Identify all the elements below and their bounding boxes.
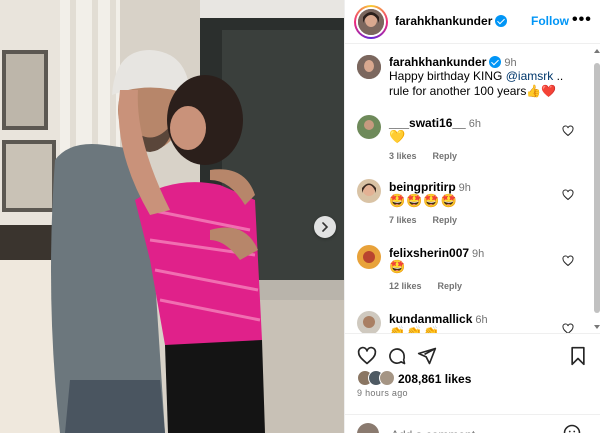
add-comment-row: [345, 414, 600, 433]
heart-icon[interactable]: [357, 346, 377, 366]
comment-meta: 3 likes Reply: [389, 151, 457, 161]
comment-likes[interactable]: 3 likes: [389, 151, 417, 161]
comment-item: felixsherin007 9h 🤩 12 likes Reply: [345, 245, 593, 309]
comment-text: 🤩: [389, 259, 407, 274]
likes-count[interactable]: 208,861 likes: [398, 372, 471, 386]
caption-text-before: Happy birthday KING: [389, 69, 506, 83]
scroll-down-arrow-icon[interactable]: [594, 325, 600, 329]
comment-avatar[interactable]: [357, 179, 381, 203]
comments-scrollbar[interactable]: [593, 45, 600, 333]
emoji-icon[interactable]: [563, 424, 581, 433]
caption-username[interactable]: farahkhankunder 9h: [389, 55, 517, 69]
reply-button[interactable]: Reply: [433, 215, 458, 225]
comment-username-text[interactable]: ___swati16__: [389, 116, 466, 130]
mention-link[interactable]: @iamsrk: [506, 69, 554, 83]
next-photo-button[interactable]: [314, 216, 336, 238]
comment-like-heart-icon[interactable]: [562, 323, 574, 333]
caption-username-text[interactable]: farahkhankunder: [389, 55, 486, 69]
comment-username[interactable]: kundanmallick 6h: [389, 312, 488, 326]
post-header: farahkhankunder Follow •••: [345, 0, 600, 44]
comment-icon[interactable]: [387, 346, 407, 366]
verified-badge-icon: [489, 56, 502, 68]
author-avatar[interactable]: [354, 5, 388, 39]
comment-username-text[interactable]: felixsherin007: [389, 246, 469, 260]
comment-username-text[interactable]: beingpritirp: [389, 180, 456, 194]
viewer-avatar: [357, 423, 379, 433]
comment-like-heart-icon[interactable]: [562, 125, 574, 137]
comment-item: kundanmallick 6h 👏👏👏: [345, 311, 593, 333]
comment-like-heart-icon[interactable]: [562, 189, 574, 201]
post-side-panel: farahkhankunder Follow ••• farahkhankund…: [344, 0, 600, 433]
comment-item: ___swati16__ 6h 💛 3 likes Reply: [345, 115, 593, 179]
post-time-ago[interactable]: 9 hours ago: [357, 388, 408, 398]
comment-item: beingpritirp 9h 🤩🤩🤩🤩 7 likes Reply: [345, 179, 593, 243]
follow-button[interactable]: Follow: [531, 14, 569, 28]
caption-text: Happy birthday KING @iamsrk .. rule for …: [389, 69, 579, 99]
comment-username-text[interactable]: kundanmallick: [389, 312, 472, 326]
caption-time: 9h: [504, 57, 517, 69]
post-image: [0, 0, 344, 433]
comment-avatar[interactable]: [357, 115, 381, 139]
add-comment-input[interactable]: [391, 428, 541, 433]
comment-like-heart-icon[interactable]: [562, 255, 574, 267]
comment-likes[interactable]: 12 likes: [389, 281, 422, 291]
comment-time: 9h: [458, 182, 471, 194]
liker-avatar: [379, 370, 395, 386]
comment-username[interactable]: beingpritirp 9h: [389, 180, 471, 194]
comment-text: 💛: [389, 129, 407, 144]
author-username[interactable]: farahkhankunder: [395, 14, 508, 28]
comment-time: 9h: [472, 248, 485, 260]
comments-list[interactable]: farahkhankunder 9h Happy birthday KING @i…: [345, 45, 593, 333]
comment-text: 🤩🤩🤩🤩: [389, 193, 458, 208]
reply-button[interactable]: Reply: [438, 281, 463, 291]
more-options-button[interactable]: •••: [572, 11, 592, 29]
verified-badge-icon: [495, 15, 508, 27]
comment-username[interactable]: ___swati16__ 6h: [389, 116, 481, 130]
author-username-text[interactable]: farahkhankunder: [395, 14, 492, 28]
comment-time: 6h: [475, 314, 488, 326]
chevron-right-icon: [322, 222, 329, 232]
comment-avatar[interactable]: [357, 311, 381, 333]
reply-button[interactable]: Reply: [433, 151, 458, 161]
comment-likes[interactable]: 7 likes: [389, 215, 417, 225]
scrollbar-thumb[interactable]: [594, 63, 600, 313]
comment-time: 6h: [468, 118, 481, 130]
post-actions: 208,861 likes 9 hours ago: [345, 333, 600, 433]
caption-avatar[interactable]: [357, 55, 381, 79]
instagram-post-view: farahkhankunder Follow ••• farahkhankund…: [0, 0, 600, 433]
share-icon[interactable]: [417, 346, 437, 366]
comment-text: 👏👏👏: [389, 325, 441, 333]
comment-avatar[interactable]: [357, 245, 381, 269]
comment-username[interactable]: felixsherin007 9h: [389, 246, 484, 260]
comment-meta: 12 likes Reply: [389, 281, 462, 291]
bookmark-icon[interactable]: [569, 346, 587, 366]
comment-meta: 7 likes Reply: [389, 215, 457, 225]
scroll-up-arrow-icon[interactable]: [594, 49, 600, 53]
post-photo[interactable]: [0, 0, 344, 433]
